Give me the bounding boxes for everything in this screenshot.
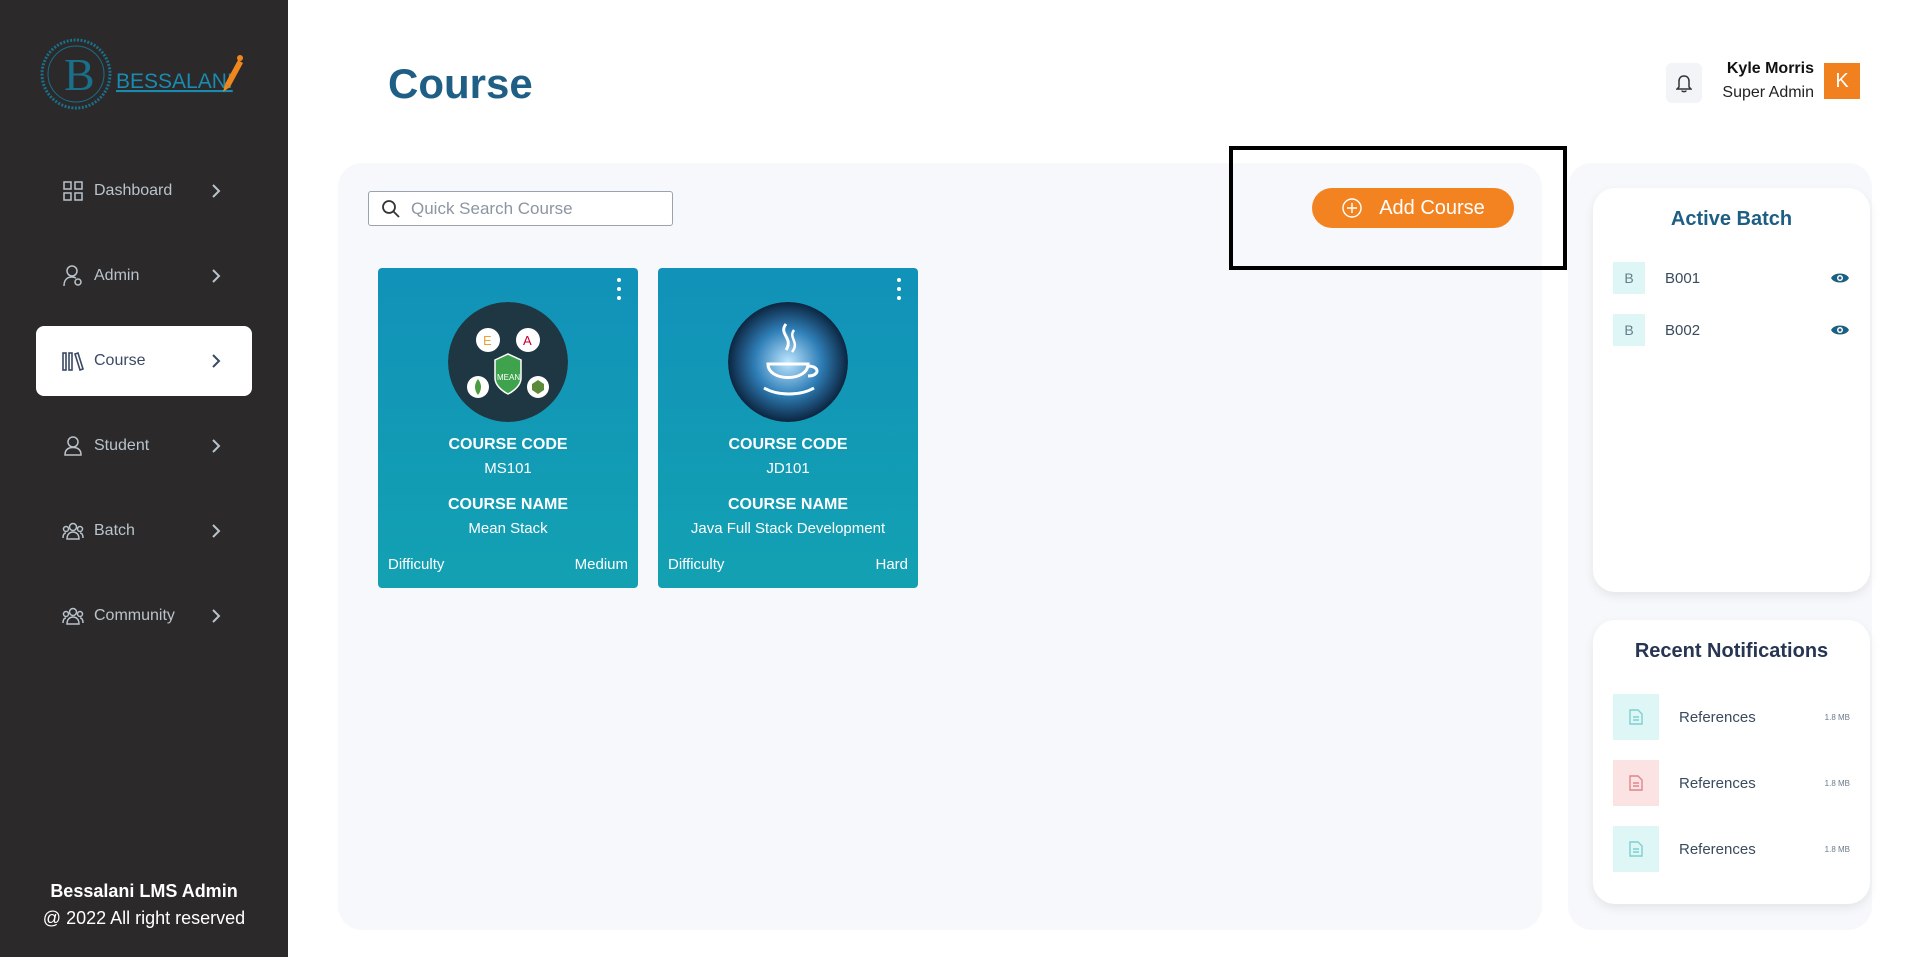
active-batch-title: Active Batch	[1670, 208, 1793, 230]
notification-bell-button[interactable]	[1666, 63, 1702, 103]
sidebar-item-label: Course	[94, 352, 146, 369]
sidebar-item-label: Dashboard	[94, 182, 173, 199]
sidebar-item-label: Batch	[94, 522, 135, 539]
sidebar-item-admin[interactable]: Admin	[36, 241, 252, 311]
chevron-right-icon	[206, 606, 226, 626]
course-name: Java Full Stack Development	[690, 520, 886, 537]
difficulty-value: Medium	[574, 556, 628, 573]
admin-user-icon	[62, 265, 84, 287]
kebab-menu-icon[interactable]	[614, 278, 624, 300]
course-code-label: COURSE CODE	[448, 436, 568, 453]
svg-text:MEAN: MEAN	[497, 373, 520, 382]
chevron-right-icon	[206, 266, 226, 286]
document-icon	[1613, 694, 1659, 740]
bessalani-logo[interactable]: B BESSALANI	[40, 36, 250, 116]
course-name-label: COURSE NAME	[727, 496, 848, 513]
search-icon	[382, 199, 400, 218]
sidebar-item-label: Admin	[94, 267, 140, 284]
eye-icon[interactable]	[1830, 271, 1850, 285]
course-name-label: COURSE NAME	[447, 496, 568, 513]
add-course-label: Add Course	[1379, 196, 1485, 219]
person-icon	[62, 435, 84, 457]
svg-text:BESSALANI: BESSALANI	[116, 70, 233, 93]
svg-text:B: B	[64, 49, 95, 100]
notification-row[interactable]: References 1.8 MB	[1613, 694, 1850, 740]
course-code-label: COURSE CODE	[728, 436, 848, 453]
sidebar-item-label: Community	[94, 607, 175, 624]
sidebar-item-student[interactable]: Student	[36, 411, 252, 481]
course-card[interactable]: COURSE CODE JD101 COURSE NAME Java Full …	[658, 268, 918, 588]
page-title: Course	[388, 60, 533, 107]
bell-icon	[1676, 75, 1692, 93]
course-code: MS101	[484, 460, 532, 477]
avatar[interactable]: K	[1824, 63, 1860, 99]
chevron-right-icon	[206, 436, 226, 456]
footer-copyright: @ 2022 All right reserved	[42, 908, 246, 928]
notification-label: References	[1679, 708, 1756, 726]
community-icon	[62, 605, 84, 627]
search-field[interactable]	[368, 191, 673, 226]
notification-row[interactable]: References 1.8 MB	[1613, 826, 1850, 872]
sidebar-item-course[interactable]: Course	[36, 326, 252, 396]
batch-name: B002	[1665, 321, 1701, 339]
difficulty-label: Difficulty	[668, 556, 725, 573]
notification-size: 1.8 MB	[1824, 844, 1850, 854]
eye-icon[interactable]	[1830, 323, 1850, 337]
course-card[interactable]: E A MEAN COURSE CODE MS101 COURSE NAME M…	[378, 268, 638, 588]
sidebar-item-dashboard[interactable]: Dashboard	[36, 156, 252, 226]
batch-name: B001	[1665, 269, 1701, 287]
chevron-right-icon	[206, 521, 226, 541]
notification-size: 1.8 MB	[1824, 712, 1850, 722]
active-batch-panel: Active Batch B B001 B B002	[1593, 188, 1870, 592]
course-thumbnail-mean-stack: E A MEAN	[448, 302, 568, 422]
notification-row[interactable]: References 1.8 MB	[1613, 760, 1850, 806]
recent-notifications-panel: Recent Notifications References 1.8 MB R…	[1593, 620, 1870, 904]
user-name: Kyle Morris	[1726, 60, 1814, 77]
difficulty-label: Difficulty	[388, 556, 445, 573]
sidebar: B BESSALANI Dashboard Admin Course Stude…	[0, 0, 288, 957]
sidebar-item-batch[interactable]: Batch	[36, 496, 252, 566]
user-role: Super Admin	[1722, 84, 1814, 101]
footer-title: Bessalani LMS Admin	[50, 881, 238, 901]
course-name: Mean Stack	[468, 520, 548, 537]
course-code: JD101	[766, 460, 810, 477]
notification-size: 1.8 MB	[1824, 778, 1850, 788]
batch-row[interactable]: B B001	[1613, 262, 1850, 294]
document-icon	[1613, 760, 1659, 806]
add-course-button[interactable]: Add Course	[1312, 188, 1514, 228]
course-thumbnail-java	[728, 302, 848, 422]
notification-label: References	[1679, 774, 1756, 792]
batch-row[interactable]: B B002	[1613, 314, 1850, 346]
kebab-menu-icon[interactable]	[894, 278, 904, 300]
difficulty-value: Hard	[875, 556, 908, 573]
plus-circle-icon	[1342, 198, 1362, 218]
notification-label: References	[1679, 840, 1756, 858]
svg-text:A: A	[523, 333, 532, 348]
batch-initial: B	[1613, 262, 1645, 294]
books-icon	[62, 350, 84, 372]
search-input[interactable]	[411, 198, 651, 219]
sidebar-item-community[interactable]: Community	[36, 581, 252, 651]
batch-initial: B	[1613, 314, 1645, 346]
recent-notifications-title: Recent Notifications	[1634, 640, 1829, 662]
sidebar-item-label: Student	[94, 437, 150, 454]
sidebar-footer: Bessalani LMS Admin @ 2022 All right res…	[0, 878, 288, 932]
chevron-right-icon	[206, 351, 226, 371]
svg-text:E: E	[483, 333, 492, 348]
document-icon	[1613, 826, 1659, 872]
grid-icon	[62, 180, 84, 202]
group-icon	[62, 520, 84, 542]
chevron-right-icon	[206, 181, 226, 201]
